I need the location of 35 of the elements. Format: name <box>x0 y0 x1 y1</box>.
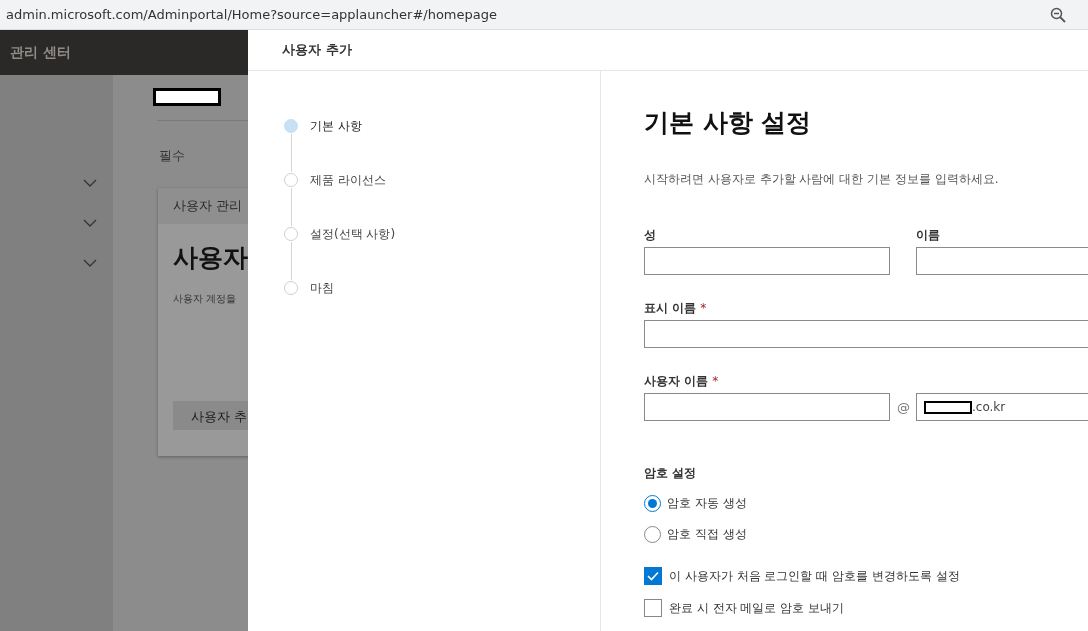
app-title: 관리 센터 <box>9 43 71 62</box>
field-label: 표시 이름 * <box>644 300 708 317</box>
checkmark-icon <box>647 571 659 581</box>
domain-field[interactable]: .co.kr <box>916 393 1088 421</box>
checkbox-label: 완료 시 전자 메일로 암호 보내기 <box>669 599 845 617</box>
chevron-icon[interactable] <box>83 178 97 188</box>
input-field[interactable] <box>644 393 890 421</box>
redaction-bar <box>153 88 221 106</box>
field-label: 사용자 이름 * <box>644 373 720 390</box>
step-label[interactable]: 기본 사항 <box>310 117 362 135</box>
radio-label: 암호 직접 생성 <box>667 526 747 543</box>
chevron-icon[interactable] <box>83 258 97 268</box>
panel-title: 사용자 추가 <box>282 41 352 59</box>
step-label[interactable]: 마침 <box>310 279 334 297</box>
form-heading: 기본 사항 설정 <box>644 107 813 139</box>
at-sign: @ <box>897 399 909 415</box>
checkbox[interactable] <box>644 567 662 585</box>
zoom-icon[interactable] <box>1050 6 1066 23</box>
form-description: 시작하려면 사용자로 추가할 사람에 대한 기본 정보를 입력하세요. <box>644 171 1000 188</box>
section-label: 암호 설정 <box>644 465 698 482</box>
input-field[interactable] <box>644 247 890 275</box>
field-label: 성 <box>644 227 657 244</box>
field-label: 이름 <box>916 227 941 244</box>
step-label[interactable]: 설정(선택 사항) <box>310 225 396 243</box>
step-label[interactable]: 제품 라이선스 <box>310 171 386 189</box>
card-heading: 사용자 <box>172 242 248 274</box>
checkbox[interactable] <box>644 599 662 617</box>
section-label: 필수 <box>159 147 186 165</box>
radio-label: 암호 자동 생성 <box>667 495 747 512</box>
input-field[interactable] <box>644 320 1088 348</box>
checkbox-label: 이 사용자가 처음 로그인할 때 암호를 변경하도록 설정 <box>669 567 960 585</box>
add-user-button[interactable]: 사용자 추 <box>173 401 248 430</box>
card-description: 사용자 계정을 <box>172 292 238 306</box>
chevron-icon[interactable] <box>83 218 97 228</box>
card-title: 사용자 관리 <box>173 197 243 215</box>
